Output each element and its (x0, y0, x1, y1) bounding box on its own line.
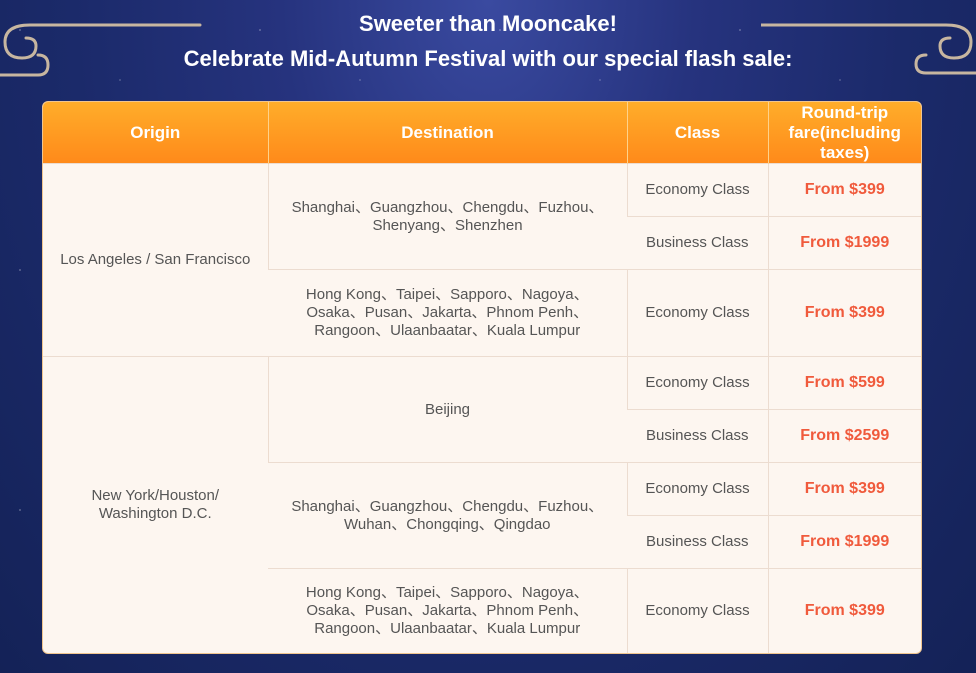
class-cell: Economy Class (626, 163, 768, 217)
column-header-fare: Round-trip fare(including taxes) (767, 102, 921, 164)
table-row: Los Angeles / San Francisco Shanghai、Gua… (43, 163, 921, 357)
fare-cell: From $399 (767, 568, 921, 653)
fare-table-card: Origin Destination Class Round-trip fare… (42, 101, 922, 654)
class-cell: Business Class (627, 515, 768, 569)
table-row: New York/Houston/ Washington D.C. Beijin… (43, 356, 921, 653)
promo-subtitle: Celebrate Mid-Autumn Festival with our s… (183, 46, 793, 71)
destination-cell: Beijing (267, 356, 627, 463)
fare-cell: From $2599 (767, 409, 921, 463)
class-cell: Business Class (627, 216, 768, 270)
fare-cell: From $399 (767, 462, 921, 516)
fare-cell: From $599 (767, 356, 921, 410)
destination-cell: Shanghai、Guangzhou、Chengdu、Fuzhou、Wuhan、… (268, 462, 627, 569)
column-header-origin: Origin (43, 102, 268, 164)
destination-cell: Hong Kong、Taipei、Sapporo、Nagoya、Osaka、Pu… (268, 568, 627, 653)
class-cell: Economy Class (626, 269, 768, 357)
fare-cell: From $1999 (767, 216, 921, 270)
fare-table: Origin Destination Class Round-trip fare… (43, 102, 921, 653)
fare-cell: From $399 (767, 163, 921, 217)
column-header-destination: Destination (267, 102, 627, 164)
destination-cell: Hong Kong、Taipei、Sapporo、Nagoya、Osaka、Pu… (268, 269, 627, 357)
class-cell: Economy Class (626, 356, 768, 410)
table-header-row: Origin Destination Class Round-trip fare… (43, 102, 921, 164)
class-cell: Economy Class (626, 462, 768, 516)
origin-cell: New York/Houston/ Washington D.C. (43, 356, 268, 653)
class-cell: Economy Class (626, 568, 768, 653)
origin-cell: Los Angeles / San Francisco (43, 163, 268, 357)
destination-cell: Shanghai、Guangzhou、Chengdu、Fuzhou、Shenya… (267, 163, 627, 270)
column-header-class: Class (626, 102, 768, 164)
fare-cell: From $399 (767, 269, 921, 357)
promo-header: Sweeter than Mooncake! Celebrate Mid-Aut… (0, 0, 976, 100)
class-cell: Business Class (627, 409, 768, 463)
fare-cell: From $1999 (767, 515, 921, 569)
promo-title: Sweeter than Mooncake! (359, 11, 617, 36)
